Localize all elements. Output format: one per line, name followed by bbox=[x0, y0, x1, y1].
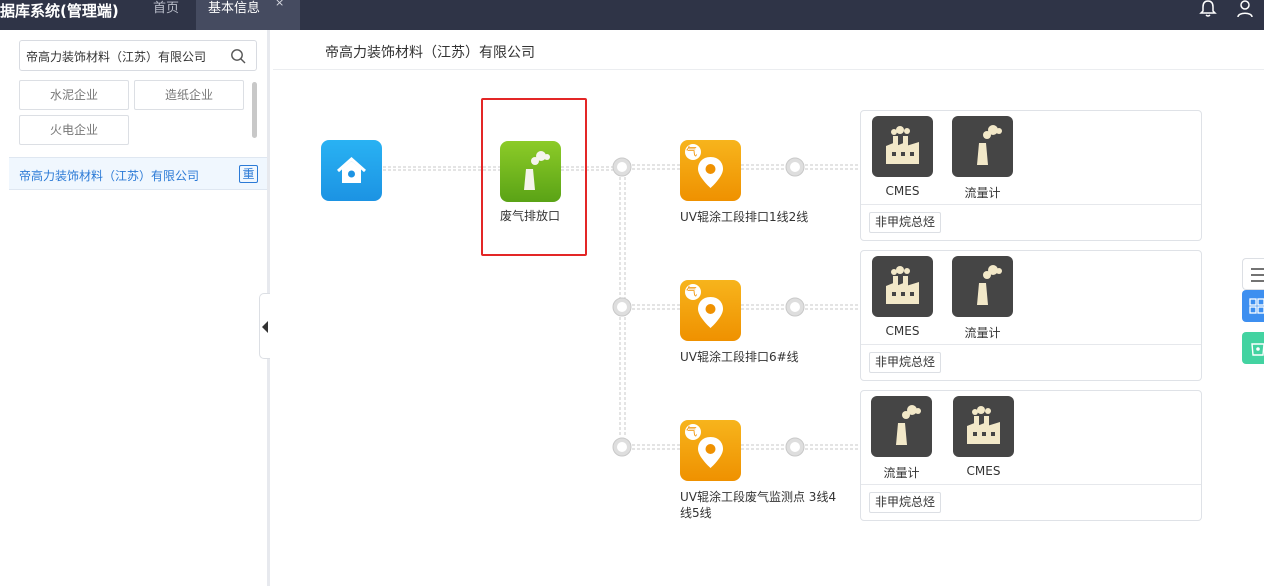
chimney-icon bbox=[977, 125, 1002, 165]
bin-icon bbox=[1251, 343, 1264, 356]
bin-button[interactable] bbox=[1242, 332, 1264, 364]
card-divider bbox=[861, 484, 1201, 485]
device-label: CMES bbox=[885, 324, 920, 338]
chimney-icon bbox=[896, 405, 921, 445]
company-root-node[interactable] bbox=[321, 140, 382, 201]
gas-badge: 气 bbox=[686, 145, 697, 158]
card-divider bbox=[861, 344, 1201, 345]
grid-icon bbox=[1249, 298, 1264, 314]
device-flowmeter[interactable]: 流量计 bbox=[952, 256, 1013, 341]
device-flowmeter[interactable]: 流量计 bbox=[952, 116, 1013, 201]
device-cmes[interactable]: CMES bbox=[953, 396, 1014, 478]
device-cmes[interactable]: CMES bbox=[872, 116, 933, 198]
monitor-point-label-line2: 线5线 bbox=[680, 506, 712, 520]
gas-badge: 气 bbox=[686, 425, 697, 438]
monitor-point-label: UV辊涂工段废气监测点 3线4 bbox=[680, 490, 837, 504]
device-label: 流量计 bbox=[964, 326, 1001, 340]
device-label: 流量计 bbox=[883, 466, 920, 480]
monitor-point-label: UV辊涂工段排口6#线 bbox=[680, 350, 799, 364]
pollutant-tag[interactable]: 非甲烷总烃 bbox=[869, 492, 942, 513]
monitor-point-node[interactable]: 气 bbox=[680, 420, 741, 481]
monitor-point-node[interactable]: 气 bbox=[680, 140, 741, 201]
device-card: CMES 流量计 非甲烷总烃 bbox=[860, 250, 1202, 381]
factory-icon bbox=[967, 406, 1000, 444]
device-flowmeter[interactable]: 流量计 bbox=[871, 396, 932, 481]
card-divider bbox=[861, 204, 1201, 205]
pollutant-tag[interactable]: 非甲烷总烃 bbox=[869, 212, 942, 233]
monitor-point-label: UV辊涂工段排口1线2线 bbox=[680, 210, 809, 224]
list-icon bbox=[1251, 268, 1264, 282]
device-card: 流量计 CMES 非甲烷总烃 bbox=[860, 390, 1202, 521]
device-card: CMES 流量计 非甲烷总烃 bbox=[860, 110, 1202, 241]
gas-badge: 气 bbox=[686, 285, 697, 298]
factory-icon bbox=[886, 266, 919, 304]
selected-highlight bbox=[481, 98, 587, 256]
grid-view-button[interactable] bbox=[1242, 290, 1264, 322]
chimney-icon bbox=[977, 265, 1002, 305]
device-label: CMES bbox=[885, 184, 920, 198]
device-label: CMES bbox=[966, 464, 1001, 478]
monitor-point-node[interactable]: 气 bbox=[680, 280, 741, 341]
house-icon bbox=[337, 156, 366, 183]
device-cmes[interactable]: CMES bbox=[872, 256, 933, 338]
factory-icon bbox=[886, 126, 919, 164]
list-view-button[interactable] bbox=[1242, 258, 1264, 290]
device-label: 流量计 bbox=[964, 186, 1001, 200]
pollutant-tag[interactable]: 非甲烷总烃 bbox=[869, 352, 942, 373]
